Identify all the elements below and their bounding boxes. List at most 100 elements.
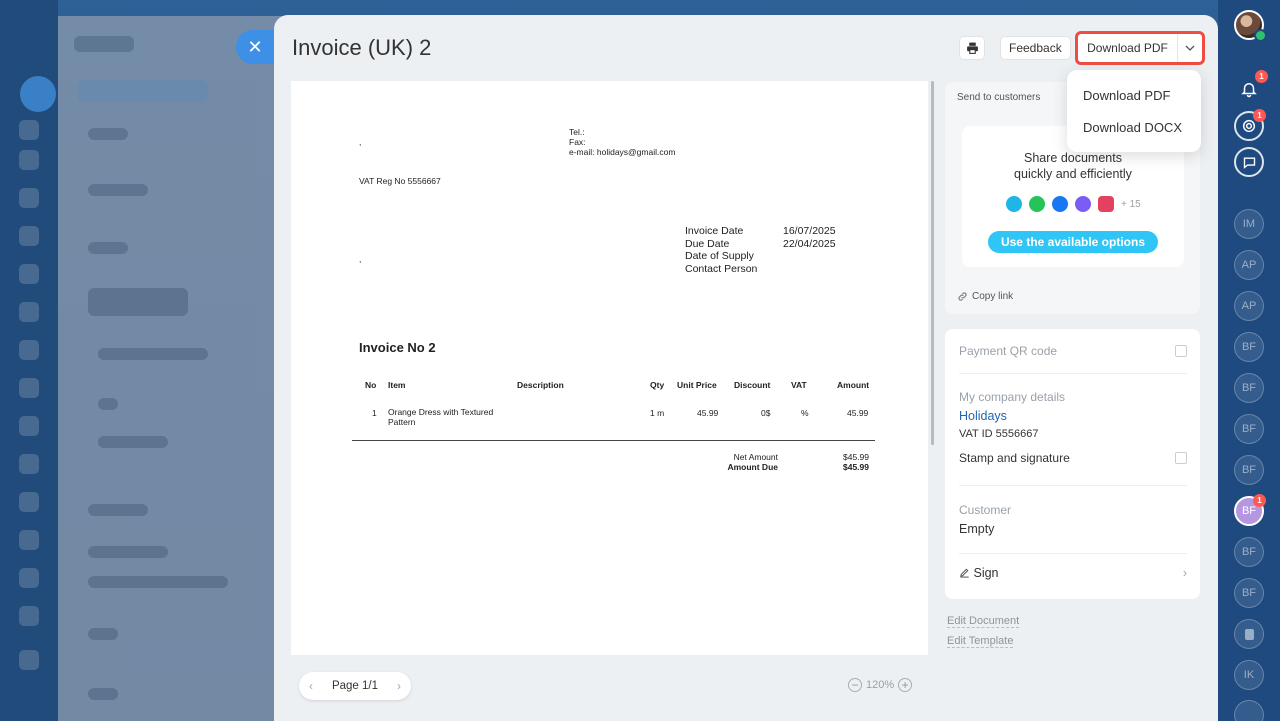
online-indicator <box>1254 29 1267 42</box>
book-icon <box>1244 628 1254 640</box>
link-icon <box>958 292 967 301</box>
chat-button[interactable] <box>1234 147 1264 177</box>
copy-link-label: Copy link <box>972 291 1014 302</box>
zoom-out-icon[interactable]: − <box>848 678 862 692</box>
table-cell-vat: % <box>801 408 809 418</box>
printer-icon <box>966 42 978 54</box>
avatar-badge: 1 <box>1253 494 1266 507</box>
stamp-row: Stamp and signature <box>959 451 1187 465</box>
payment-qr-checkbox[interactable] <box>1175 345 1187 357</box>
col-header: VAT <box>791 380 807 390</box>
contact-avatar[interactable] <box>1234 619 1264 649</box>
table-divider <box>352 440 875 441</box>
email-line: e-mail: holidays@gmail.com <box>569 147 676 157</box>
col-header: Description <box>517 380 564 390</box>
sign-row[interactable]: Sign › <box>959 566 1187 580</box>
net-amount-label: Net Amount <box>733 452 778 462</box>
customer-value[interactable]: Empty <box>959 522 994 536</box>
contact-avatar[interactable]: AP <box>1234 291 1264 321</box>
user-avatar[interactable] <box>1234 10 1267 42</box>
net-amount-value: $45.99 <box>843 452 869 462</box>
zoom-in-icon[interactable]: + <box>898 678 913 692</box>
divider <box>959 373 1187 374</box>
customer-label: Customer <box>959 503 1012 517</box>
table-cell-amount: 45.99 <box>847 408 869 418</box>
page-navigator: ‹ Page 1/1 › <box>299 672 411 700</box>
page-title: Invoice (UK) 2 <box>292 35 432 60</box>
print-button[interactable] <box>959 36 985 60</box>
col-header: No <box>365 380 377 390</box>
contact-avatar[interactable]: IK <box>1234 660 1264 690</box>
messenger-icon[interactable] <box>1075 196 1091 212</box>
document-scrollbar[interactable] <box>931 81 934 445</box>
meta-label: Contact Person <box>685 262 758 275</box>
edit-document-link[interactable]: Edit Document <box>947 615 1020 628</box>
use-available-options-button[interactable]: Use the available options <box>988 231 1158 253</box>
amount-due-label: Amount Due <box>727 462 778 472</box>
col-header: Item <box>388 380 406 390</box>
avatar-initials: BF <box>1241 505 1257 517</box>
contact-avatar[interactable]: AP <box>1234 250 1264 280</box>
document-slider: Invoice (UK) 2 Feedback Download PDF , T… <box>274 15 1218 721</box>
contact-avatar[interactable]: BF <box>1234 537 1264 567</box>
pen-icon <box>960 568 969 578</box>
contact-avatar[interactable]: IM <box>1234 209 1264 239</box>
contact-avatar-active[interactable]: BF 1 <box>1234 494 1266 526</box>
vat-id-row: VAT ID 5556667 <box>959 428 1187 440</box>
vat-id: VAT ID 5556667 <box>959 428 1039 440</box>
viber-icon[interactable] <box>1006 196 1022 212</box>
download-split-button: Download PDF <box>1075 31 1205 65</box>
send-title: Send to customers <box>957 92 1041 103</box>
invoice-meta-labels: Invoice Date Due Date Date of Supply Con… <box>685 225 757 275</box>
vat-reg: VAT Reg No 5556667 <box>359 176 441 186</box>
company-name-link[interactable]: Holidays <box>959 409 1007 423</box>
chevron-right-icon[interactable]: › <box>397 679 401 693</box>
meta-label: Due Date <box>685 237 730 250</box>
menu-item-download-pdf[interactable]: Download PDF <box>1067 80 1201 112</box>
whatsapp-icon[interactable] <box>1029 196 1045 212</box>
invoice-meta-values: 16/07/2025 22/04/2025 <box>783 225 836 250</box>
company-details-label-row: My company details <box>959 390 1187 404</box>
contact-avatar[interactable]: BF <box>1234 578 1264 608</box>
share-line: Share documents <box>1024 151 1122 165</box>
contact-avatar[interactable]: BF <box>1234 332 1264 362</box>
chevron-left-icon[interactable]: ‹ <box>309 679 313 693</box>
divider <box>959 553 1187 554</box>
feedback-button[interactable]: Feedback <box>1000 36 1071 60</box>
stamp-checkbox[interactable] <box>1175 452 1187 464</box>
zoom-control: − 120% + <box>848 678 913 692</box>
contact-avatar[interactable] <box>1234 700 1264 721</box>
page-label: Page 1/1 <box>331 680 379 692</box>
col-header: Discount <box>734 380 771 390</box>
meta-value: 16/07/2025 <box>783 225 836 237</box>
meta-label: Invoice Date <box>685 225 744 237</box>
facebook-icon[interactable] <box>1052 196 1068 212</box>
col-header: Qty <box>650 380 665 390</box>
close-button[interactable]: ✕ <box>236 30 274 64</box>
item-line: Pattern <box>388 416 416 427</box>
customer-value-row: Empty <box>959 522 1187 536</box>
download-dropdown-toggle[interactable] <box>1178 34 1202 62</box>
stamp-label: Stamp and signature <box>959 451 1070 465</box>
download-pdf-button[interactable]: Download PDF <box>1078 34 1178 62</box>
menu-item-download-docx[interactable]: Download DOCX <box>1067 112 1201 144</box>
download-menu: Download PDF Download DOCX <box>1067 70 1201 152</box>
share-channels: + 15 <box>1006 196 1141 212</box>
amount-due-value: $45.99 <box>843 462 869 472</box>
company-details-label: My company details <box>959 390 1066 404</box>
copy-link[interactable]: Copy link <box>957 291 1013 302</box>
table-cell-qty: 1 m <box>650 408 665 418</box>
close-icon: ✕ <box>247 36 263 57</box>
contact-avatar[interactable]: BF <box>1234 455 1264 485</box>
contact-avatar[interactable]: BF <box>1234 414 1264 444</box>
notifications-button[interactable]: 1 <box>1234 70 1268 104</box>
instagram-icon[interactable] <box>1098 196 1114 212</box>
edit-template-link[interactable]: Edit Template <box>947 635 1014 648</box>
fax-label: Fax: <box>569 137 586 147</box>
activity-button[interactable]: 1 <box>1234 109 1266 141</box>
customer-label-row: Customer <box>959 503 1187 517</box>
contact-avatar[interactable]: BF <box>1234 373 1264 403</box>
more-channels-count: + 15 <box>1121 198 1141 210</box>
meta-value: 22/04/2025 <box>783 237 836 250</box>
company-name-row: Holidays <box>959 409 1187 423</box>
